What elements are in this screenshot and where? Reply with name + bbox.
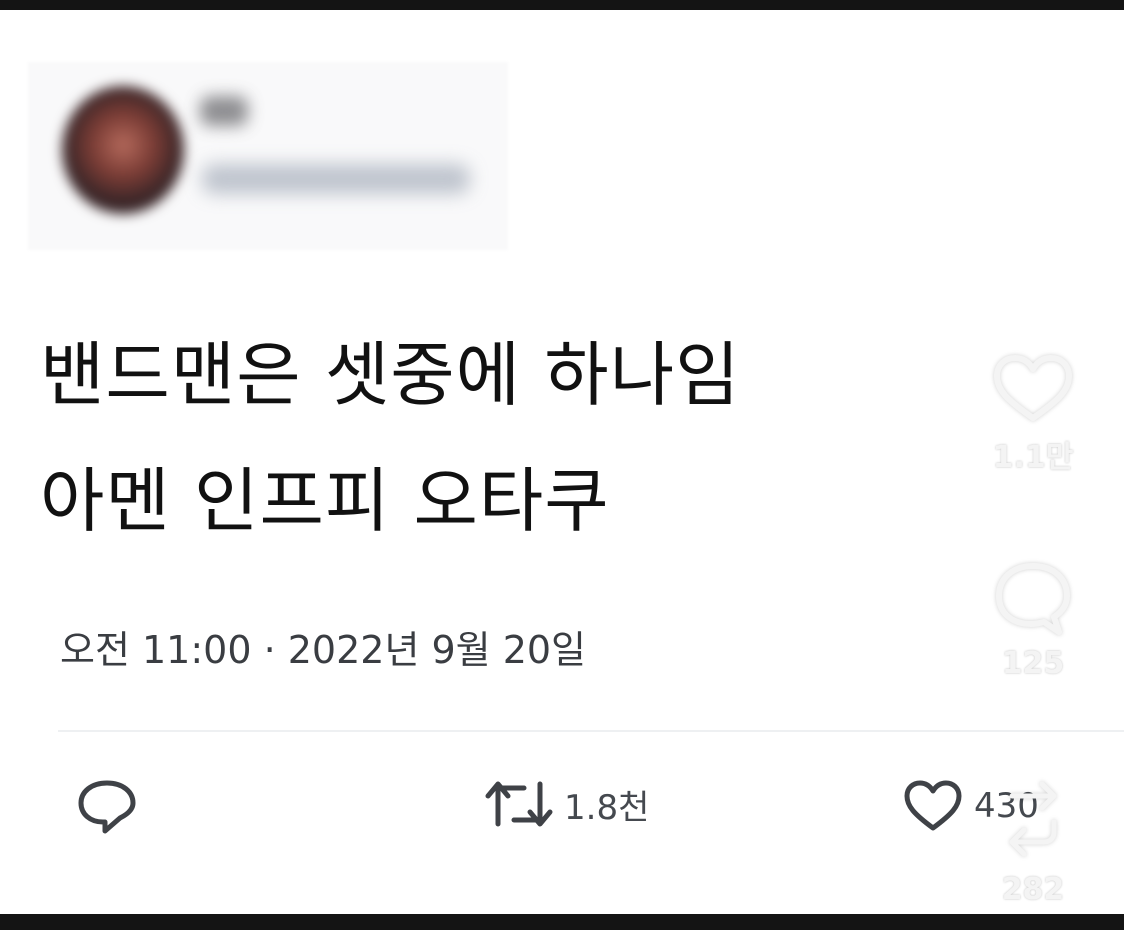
heart-outline-icon (994, 355, 1072, 421)
overlay-repost-button[interactable]: 282 (988, 770, 1078, 907)
display-name-blurred (200, 96, 248, 126)
overlay-like-count: 1.1만 (992, 440, 1074, 475)
repost-icon (1009, 781, 1057, 857)
overlay-comment-button[interactable]: 125 (988, 560, 1078, 681)
username-blurred (202, 164, 470, 194)
divider (58, 730, 1124, 732)
tweet-text-line-2: 아멘 인프피 오타쿠 (40, 460, 610, 542)
retweet-icon (485, 781, 553, 827)
reply-button[interactable] (74, 776, 140, 836)
comment-bubble-icon (78, 780, 136, 834)
top-frame-bar (0, 0, 1124, 10)
tweet-text-line-1: 밴드맨은 셋중에 하나임 (40, 334, 741, 416)
tweet-text: 밴드맨은 셋중에 하나임 아멘 인프피 오타쿠 (40, 312, 920, 564)
retweet-button[interactable]: 1.8천 (484, 776, 649, 832)
heart-outline-icon (904, 780, 962, 831)
avatar[interactable] (62, 86, 184, 214)
retweet-count: 1.8천 (564, 787, 650, 828)
overlay-comment-count: 125 (1001, 646, 1065, 681)
tweet-timestamp[interactable]: 오전 11:00 · 2022년 9월 20일 (60, 622, 586, 678)
comment-bubble-icon (996, 563, 1070, 635)
overlay-repost-count: 282 (1001, 872, 1065, 907)
overlay-like-button[interactable]: 1.1만 (988, 352, 1078, 476)
bottom-frame-bar (0, 914, 1124, 930)
